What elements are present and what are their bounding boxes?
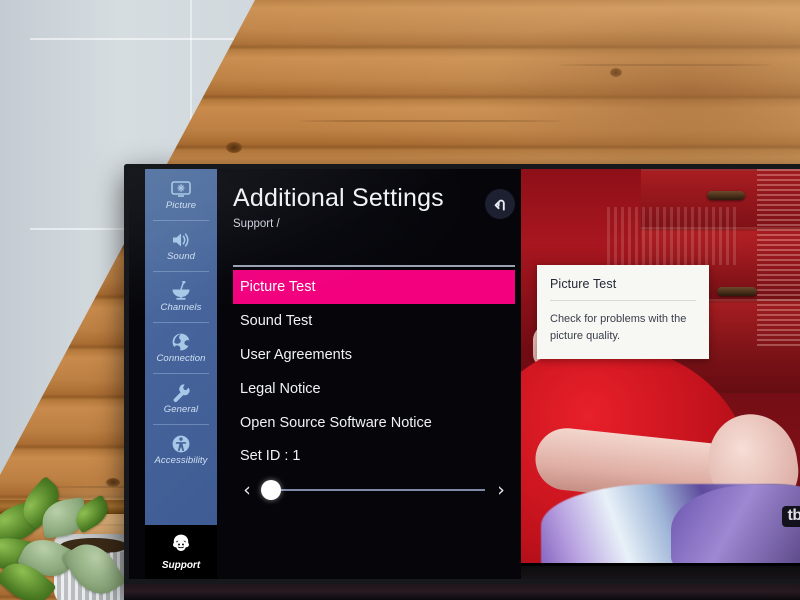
slider-thumb[interactable] [261, 480, 281, 500]
menu-item-label: Sound Test [240, 313, 313, 329]
sidebar-item-support[interactable]: Support [145, 525, 217, 579]
settings-list: Picture Test Sound Test User Agreements … [233, 270, 515, 508]
picture-monitor-icon [170, 179, 192, 199]
header-divider [233, 265, 515, 267]
menu-item-sound-test[interactable]: Sound Test [233, 304, 515, 338]
speaker-icon [170, 230, 192, 250]
back-arrow-icon [492, 196, 509, 212]
sidebar-item-label: Accessibility [154, 454, 208, 466]
sidebar-item-sound[interactable]: Sound [145, 220, 217, 271]
info-tooltip: Picture Test Check for problems with the… [537, 265, 709, 360]
slider-track[interactable] [261, 480, 485, 500]
menu-item-label: User Agreements [240, 347, 353, 363]
sidebar-item-label: Channels [160, 301, 202, 313]
tooltip-divider [550, 300, 696, 301]
settings-menu-overlay: Picture Sound Channels Connection Genera… [129, 169, 521, 579]
menu-item-label: Legal Notice [240, 381, 321, 397]
sidebar-item-label: Connection [156, 352, 206, 364]
sidebar-item-channels[interactable]: Channels [145, 271, 217, 322]
tv-screen: tbs [129, 169, 800, 579]
sidebar-item-accessibility[interactable]: Accessibility [145, 424, 217, 475]
tooltip-body: Check for problems with the picture qual… [550, 313, 687, 343]
chevron-right-icon[interactable]: › [491, 480, 511, 500]
support-headset-icon [169, 533, 193, 558]
menu-item-picture-test[interactable]: Picture Test [233, 270, 515, 304]
satellite-dish-icon [170, 281, 192, 301]
page-title: Additional Settings [233, 184, 444, 212]
wrench-icon [170, 383, 192, 403]
sidebar-item-label: Support [161, 560, 201, 571]
menu-item-label: Picture Test [240, 279, 316, 295]
sidebar-item-label: Sound [167, 250, 195, 262]
menu-item-legal-notice[interactable]: Legal Notice [233, 372, 515, 406]
set-id-label-row: Set ID : 1 [233, 440, 515, 472]
menu-item-user-agreements[interactable]: User Agreements [233, 338, 515, 372]
breadcrumb: Support / [233, 218, 280, 231]
globe-network-icon [170, 332, 192, 352]
menu-item-open-source-software-notice[interactable]: Open Source Software Notice [233, 406, 515, 440]
set-id-label: Set ID : 1 [240, 448, 301, 464]
television: tbs [124, 164, 800, 584]
chevron-left-icon[interactable]: ‹ [237, 480, 257, 500]
settings-sidebar: Picture Sound Channels Connection Genera… [145, 169, 217, 579]
panel-header: Additional Settings Support / [233, 184, 515, 231]
sidebar-item-label: General [163, 403, 199, 415]
sidebar-item-connection[interactable]: Connection [145, 322, 217, 373]
sidebar-item-picture[interactable]: Picture [145, 169, 217, 220]
tooltip-title: Picture Test [550, 277, 617, 291]
sidebar-item-label: Picture [165, 199, 197, 211]
menu-item-label: Open Source Software Notice [240, 415, 432, 431]
channel-watermark: tbs [781, 506, 800, 527]
photo-of-tv-screen: tbs [0, 0, 800, 600]
back-button[interactable] [485, 189, 515, 219]
sidebar-item-general[interactable]: General [145, 373, 217, 424]
set-id-slider[interactable]: ‹ › [233, 472, 515, 508]
accessibility-person-icon [170, 434, 192, 454]
live-tv-video-feed: tbs [521, 169, 800, 579]
